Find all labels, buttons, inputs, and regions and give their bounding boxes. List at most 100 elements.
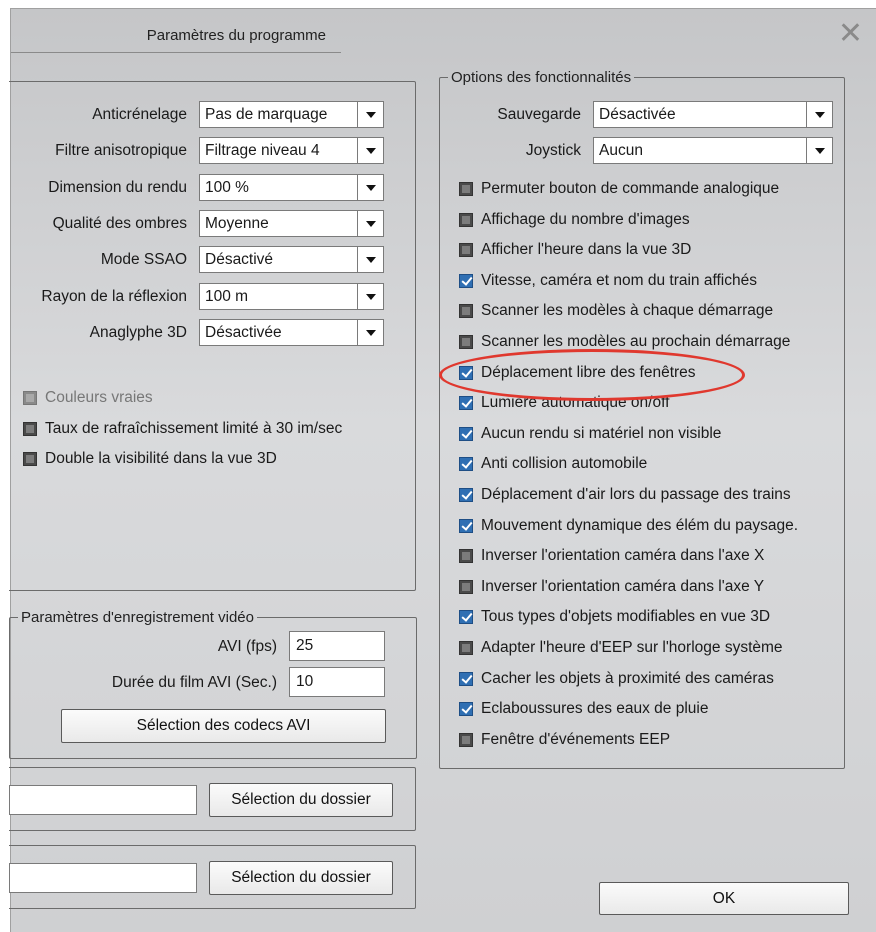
checkbox-icon — [23, 391, 37, 405]
checkbox-icon[interactable] — [459, 457, 473, 471]
graphics-label: Mode SSAO — [100, 251, 187, 268]
chevron-down-icon[interactable] — [357, 247, 383, 272]
graphics-select[interactable]: Désactivée — [199, 319, 384, 346]
checkbox-icon[interactable] — [459, 243, 473, 257]
graphics-row: Dimension du rendu — [11, 174, 193, 202]
option-checkbox[interactable]: Inverser l'orientation caméra dans l'axe… — [459, 573, 764, 601]
graphics-value: Pas de marquage — [205, 106, 328, 123]
option-checkbox[interactable]: Eclaboussures des eaux de pluie — [459, 695, 708, 723]
duration-label: Durée du film AVI (Sec.) — [111, 674, 277, 691]
option-checkbox[interactable]: Fenêtre d'événements EEP — [459, 726, 670, 754]
select-folder-button-2[interactable]: Sélection du dossier — [209, 861, 393, 895]
options-group: Options des fonctionnalités — [439, 69, 845, 769]
option-checkbox[interactable]: Déplacement d'air lors du passage des tr… — [459, 481, 791, 509]
checkbox-label: Eclaboussures des eaux de pluie — [481, 700, 709, 717]
folder-path-1[interactable] — [9, 785, 197, 815]
checkbox-icon[interactable] — [459, 610, 473, 624]
option-checkbox[interactable]: Affichage du nombre d'images — [459, 206, 690, 234]
close-icon[interactable]: ✕ — [838, 19, 863, 49]
graphics-row: Mode SSAO — [11, 246, 193, 274]
chevron-down-icon[interactable] — [806, 102, 832, 127]
joystick-select[interactable]: Aucun — [593, 137, 833, 164]
left-checkbox[interactable]: Taux de rafraîchissement limité à 30 im/… — [23, 415, 342, 443]
checkbox-icon[interactable] — [459, 304, 473, 318]
checkbox-icon[interactable] — [459, 213, 473, 227]
checkbox-label: Double la visibilité dans la vue 3D — [45, 450, 277, 467]
option-checkbox[interactable]: Aucun rendu si matériel non visible — [459, 420, 721, 448]
chevron-down-icon[interactable] — [357, 175, 383, 200]
checkbox-icon[interactable] — [459, 519, 473, 533]
graphics-select[interactable]: Désactivé — [199, 246, 384, 273]
options-legend: Options des fonctionnalités — [451, 69, 632, 86]
fps-label: AVI (fps) — [217, 638, 277, 655]
duration-input[interactable]: 10 — [289, 667, 385, 697]
checkbox-icon[interactable] — [459, 549, 473, 563]
graphics-label: Anticrénelage — [92, 106, 187, 123]
checkbox-label: Scanner les modèles à chaque démarrage — [481, 302, 774, 319]
option-checkbox[interactable]: Déplacement libre des fenêtres — [459, 359, 696, 387]
folder-path-2[interactable] — [9, 863, 197, 893]
option-checkbox[interactable]: Anti collision automobile — [459, 450, 647, 478]
chevron-down-icon[interactable] — [357, 138, 383, 163]
select-codecs-button[interactable]: Sélection des codecs AVI — [61, 709, 386, 743]
checkbox-icon[interactable] — [459, 396, 473, 410]
checkbox-icon[interactable] — [459, 182, 473, 196]
graphics-value: Filtrage niveau 4 — [205, 142, 320, 159]
fps-row: AVI (fps) — [11, 633, 283, 661]
settings-window: Paramètres du programme ✕ Anticrénelage P… — [9, 8, 876, 932]
graphics-value: 100 m — [205, 288, 249, 305]
checkbox-icon[interactable] — [459, 427, 473, 441]
graphics-value: Désactivée — [205, 324, 282, 341]
graphics-select[interactable]: 100 m — [199, 283, 384, 310]
chevron-down-icon[interactable] — [357, 320, 383, 345]
option-checkbox[interactable]: Adapter l'heure d'EEP sur l'horloge syst… — [459, 634, 783, 662]
graphics-value: 100 % — [205, 179, 249, 196]
option-checkbox[interactable]: Afficher l'heure dans la vue 3D — [459, 236, 691, 264]
checkbox-label: Lumière automatique on/off — [481, 394, 670, 411]
checkbox-icon[interactable] — [459, 274, 473, 288]
sauvegarde-value: Désactivée — [599, 106, 676, 123]
checkbox-icon[interactable] — [459, 488, 473, 502]
checkbox-label: Couleurs vraies — [45, 389, 153, 406]
checkbox-icon[interactable] — [459, 702, 473, 716]
option-checkbox[interactable]: Cacher les objets à proximité des caméra… — [459, 665, 774, 693]
graphics-select[interactable]: 100 % — [199, 174, 384, 201]
checkbox-icon[interactable] — [459, 733, 473, 747]
checkbox-label: Permuter bouton de commande analogique — [481, 180, 780, 197]
checkbox-icon[interactable] — [459, 335, 473, 349]
option-checkbox[interactable]: Inverser l'orientation caméra dans l'axe… — [459, 542, 764, 570]
joystick-label: Joystick — [525, 142, 581, 159]
chevron-down-icon[interactable] — [357, 284, 383, 309]
option-checkbox[interactable]: Scanner les modèles à chaque démarrage — [459, 297, 773, 325]
checkbox-icon[interactable] — [459, 580, 473, 594]
fps-input[interactable]: 25 — [289, 631, 385, 661]
checkbox-icon[interactable] — [459, 641, 473, 655]
chevron-down-icon[interactable] — [357, 102, 383, 127]
graphics-value: Moyenne — [205, 215, 269, 232]
title-divider — [11, 52, 341, 53]
option-checkbox[interactable]: Lumière automatique on/off — [459, 389, 669, 417]
chevron-down-icon[interactable] — [806, 138, 832, 163]
select-folder-button-1[interactable]: Sélection du dossier — [209, 783, 393, 817]
graphics-label: Rayon de la réflexion — [41, 288, 187, 305]
checkbox-icon[interactable] — [459, 366, 473, 380]
checkbox-icon[interactable] — [23, 452, 37, 466]
sauvegarde-select[interactable]: Désactivée — [593, 101, 833, 128]
option-checkbox[interactable]: Scanner les modèles au prochain démarrag… — [459, 328, 790, 356]
option-checkbox[interactable]: Mouvement dynamique des élém du paysage. — [459, 512, 798, 540]
graphics-select[interactable]: Pas de marquage — [199, 101, 384, 128]
checkbox-label: Fenêtre d'événements EEP — [481, 731, 671, 748]
option-checkbox[interactable]: Permuter bouton de commande analogique — [459, 175, 779, 203]
option-checkbox[interactable]: Tous types d'objets modifiables en vue 3… — [459, 603, 770, 631]
option-checkbox[interactable]: Vitesse, caméra et nom du train affichés — [459, 267, 757, 295]
graphics-select[interactable]: Filtrage niveau 4 — [199, 137, 384, 164]
ok-button[interactable]: OK — [599, 882, 849, 915]
title-bar: Paramètres du programme ✕ — [11, 9, 876, 59]
checkbox-label: Taux de rafraîchissement limité à 30 im/… — [45, 420, 343, 437]
checkbox-label: Affichage du nombre d'images — [481, 211, 690, 228]
left-checkbox[interactable]: Double la visibilité dans la vue 3D — [23, 445, 277, 473]
chevron-down-icon[interactable] — [357, 211, 383, 236]
checkbox-icon[interactable] — [459, 672, 473, 686]
graphics-select[interactable]: Moyenne — [199, 210, 384, 237]
checkbox-icon[interactable] — [23, 422, 37, 436]
